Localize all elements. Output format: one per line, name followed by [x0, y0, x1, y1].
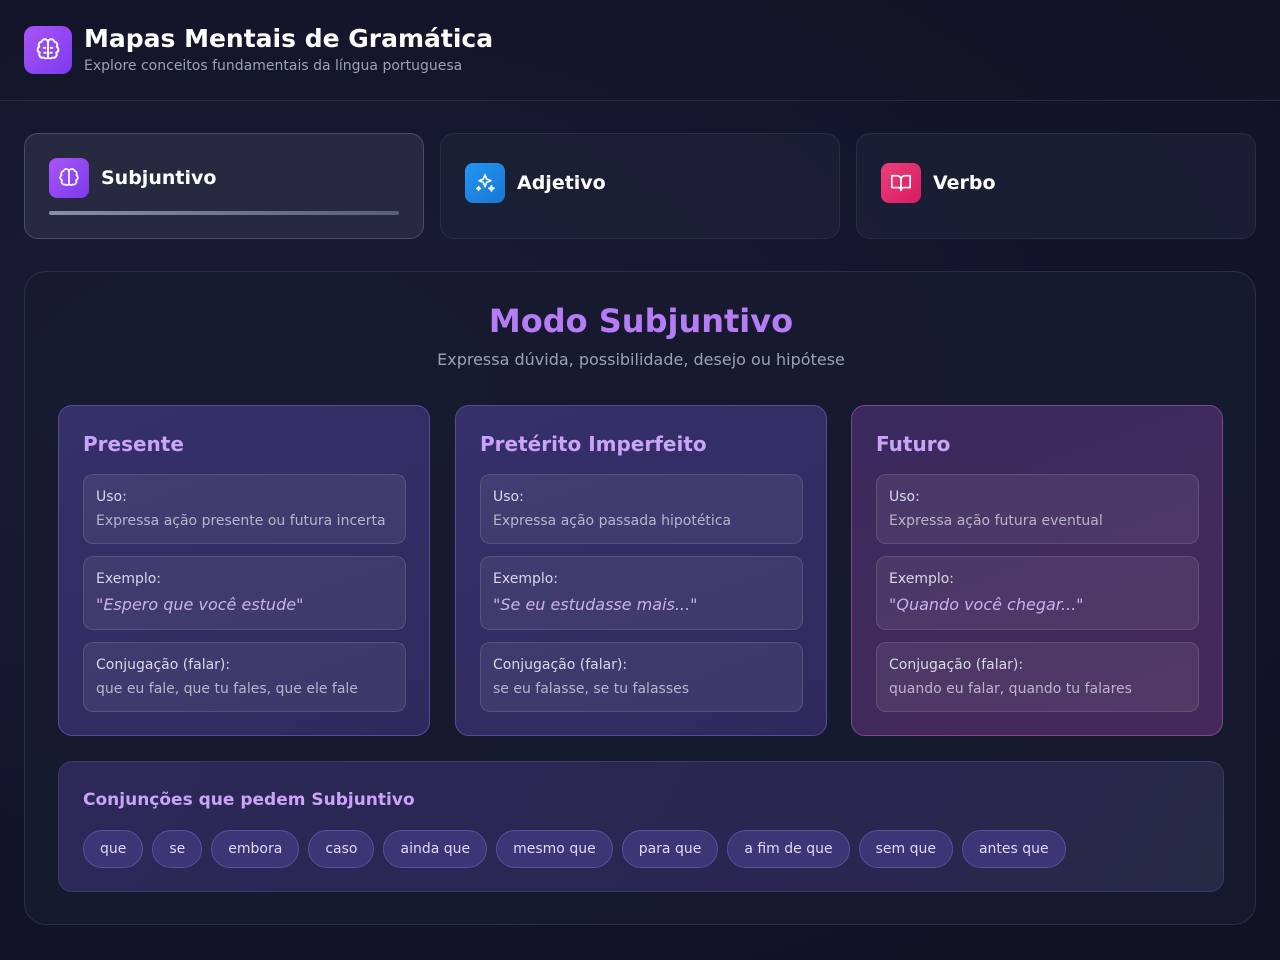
conjunction-chip[interactable]: antes que: [961, 830, 1066, 868]
page-title: Modo Subjuntivo: [488, 302, 794, 340]
brain-icon: [49, 158, 89, 198]
conjunctions-title: Conjunções que pedem Subjuntivo: [83, 790, 415, 810]
exemplo-box: Exemplo: "Espero que você estude": [83, 556, 406, 630]
conjunction-chip[interactable]: que: [83, 830, 144, 868]
mode-card-presente: Presente Uso: Expressa ação presente ou …: [58, 405, 430, 736]
conjugacao-label: Conjugação (falar):: [96, 657, 231, 673]
exemplo-value: "Se eu estudasse mais...": [493, 595, 698, 614]
conjunction-chip[interactable]: para que: [621, 830, 719, 868]
uso-box: Uso: Expressa ação futura eventual: [876, 474, 1199, 544]
uso-box: Uso: Expressa ação passada hipotética: [480, 474, 803, 544]
conjunctions-panel: Conjunções que pedem Subjuntivo que se e…: [58, 761, 1224, 892]
uso-box: Uso: Expressa ação presente ou futura in…: [83, 474, 406, 544]
exemplo-box: Exemplo: "Quando você chegar...": [876, 556, 1199, 630]
exemplo-value: "Quando você chegar...": [889, 595, 1084, 614]
tab-active-indicator: [49, 211, 399, 215]
mode-card-futuro: Futuro Uso: Expressa ação futura eventua…: [851, 405, 1223, 736]
conjunction-chip[interactable]: sem que: [858, 830, 953, 868]
brain-icon: [24, 26, 72, 74]
app-subtitle: Explore conceitos fundamentais da língua…: [84, 58, 463, 74]
conjunction-chip[interactable]: se: [152, 830, 203, 868]
conjugacao-box: Conjugação (falar): quando eu falar, qua…: [876, 642, 1199, 712]
conjugacao-label: Conjugação (falar):: [493, 657, 628, 673]
mode-title: Futuro: [876, 432, 951, 456]
conjugacao-value: que eu fale, que tu fales, que ele fale: [96, 681, 358, 697]
uso-value: Expressa ação futura eventual: [889, 513, 1103, 529]
tab-label: Adjetivo: [517, 172, 606, 194]
subjuntivo-panel: Modo Subjuntivo Expressa dúvida, possibi…: [24, 271, 1256, 925]
book-icon: [881, 163, 921, 203]
mode-card-preterito-imperfeito: Pretérito Imperfeito Uso: Expressa ação …: [455, 405, 827, 736]
conjugacao-box: Conjugação (falar): que eu fale, que tu …: [83, 642, 406, 712]
conjugacao-box: Conjugação (falar): se eu falasse, se tu…: [480, 642, 803, 712]
conjunctions-list: que se embora caso ainda que mesmo que p…: [83, 830, 1066, 868]
app-title: Mapas Mentais de Gramática: [84, 24, 494, 53]
conjugacao-value: quando eu falar, quando tu falares: [889, 681, 1132, 697]
uso-label: Uso:: [493, 489, 524, 505]
exemplo-label: Exemplo:: [889, 571, 955, 587]
conjunction-chip[interactable]: embora: [211, 830, 300, 868]
tab-label: Verbo: [933, 172, 996, 194]
app-header: Mapas Mentais de Gramática Explore conce…: [0, 0, 1280, 101]
page-subtitle: Expressa dúvida, possibilidade, desejo o…: [437, 350, 845, 369]
uso-label: Uso:: [889, 489, 920, 505]
mode-title: Pretérito Imperfeito: [480, 432, 707, 456]
exemplo-value: "Espero que você estude": [96, 595, 304, 614]
uso-value: Expressa ação presente ou futura incerta: [96, 513, 386, 529]
conjunction-chip[interactable]: ainda que: [383, 830, 488, 868]
conjunction-chip[interactable]: caso: [308, 830, 375, 868]
mode-title: Presente: [83, 432, 184, 456]
sparkles-icon: [465, 163, 505, 203]
exemplo-label: Exemplo:: [96, 571, 162, 587]
uso-label: Uso:: [96, 489, 127, 505]
tab-verbo[interactable]: Verbo: [856, 133, 1256, 239]
exemplo-box: Exemplo: "Se eu estudasse mais...": [480, 556, 803, 630]
exemplo-label: Exemplo:: [493, 571, 559, 587]
conjunction-chip[interactable]: mesmo que: [496, 830, 613, 868]
tab-label: Subjuntivo: [101, 167, 217, 189]
uso-value: Expressa ação passada hipotética: [493, 513, 732, 529]
tab-adjetivo[interactable]: Adjetivo: [440, 133, 840, 239]
conjugacao-label: Conjugação (falar):: [889, 657, 1024, 673]
tab-subjuntivo[interactable]: Subjuntivo: [24, 133, 424, 239]
conjugacao-value: se eu falasse, se tu falasses: [493, 681, 690, 697]
conjunction-chip[interactable]: a fim de que: [727, 830, 850, 868]
